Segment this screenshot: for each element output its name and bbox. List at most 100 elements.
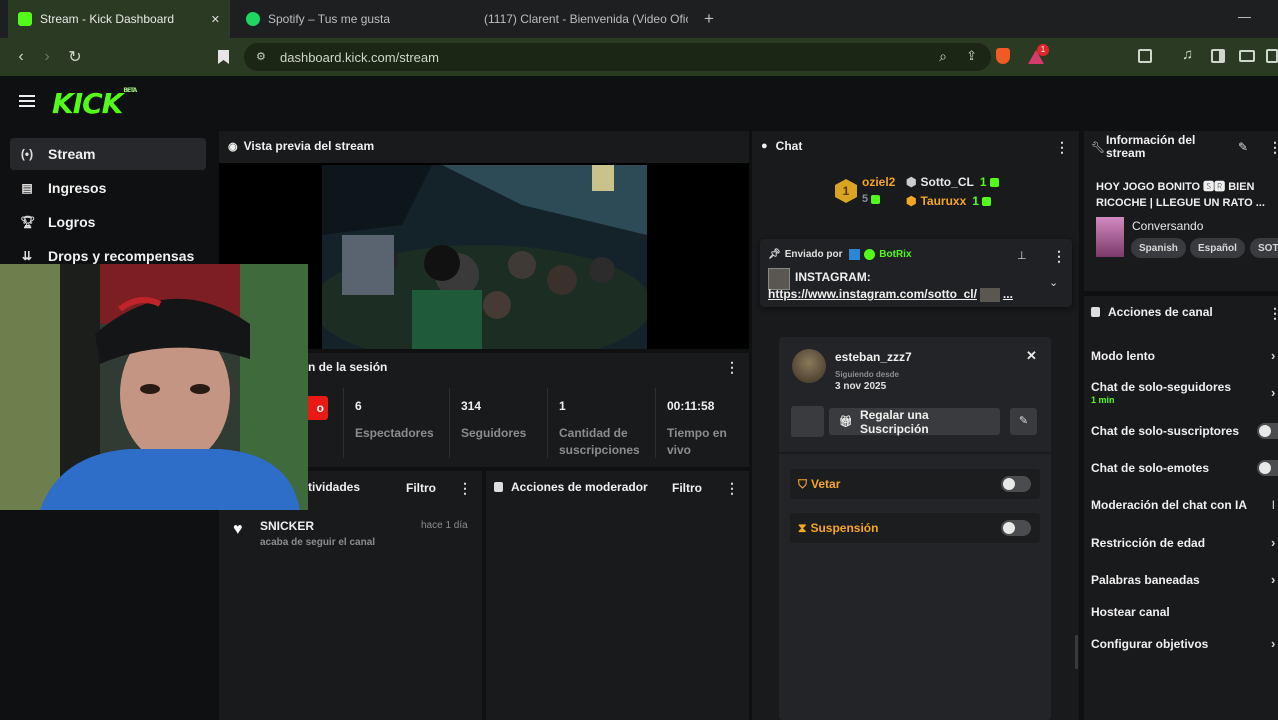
pin-icon: 📌︎ [768,249,781,261]
age-restriction-row[interactable]: Restricción de edad [1091,536,1205,550]
following-since-label: Siguiendo desde [835,370,900,379]
event-user[interactable]: SNICKER [260,519,314,533]
tag-chip[interactable]: SOTT [1250,238,1278,258]
site-settings-icon[interactable]: ⚙ [256,50,266,63]
reload-icon[interactable]: ↻ [62,38,88,76]
user-action-button[interactable] [791,406,824,437]
leader-name[interactable]: ⬢ Tauruxx 1 [906,194,991,208]
back-icon[interactable]: ‹ [8,38,34,76]
pinned-more-icon[interactable]: ⋮ [1052,248,1066,265]
stream-preview-video[interactable] [322,165,647,349]
zoom-icon[interactable]: ⌕ [939,48,947,65]
subscriptions-value: 1 [559,399,566,413]
chevron-right-icon[interactable]: › [1271,385,1275,400]
kick-logo[interactable]: KICKBETA [52,87,137,120]
gift-badge-icon [871,194,881,204]
gift-subscription-button[interactable]: 🎁︎ Regalar una Suscripción [829,408,1000,436]
emotes-only-toggle[interactable] [1257,460,1278,476]
ai-moderation-row[interactable]: Moderación del chat con IA [1091,498,1247,512]
sidebar-item-ingresos[interactable]: ▤ Ingresos [10,172,206,204]
mod-more-icon[interactable]: ⋮ [725,480,739,497]
ban-toggle[interactable] [1001,476,1031,492]
channel-more-icon[interactable]: ⋮ [1268,305,1278,322]
activity-filter-button[interactable]: Filtro [406,481,436,495]
activity-more-icon[interactable]: ⋮ [458,480,472,497]
media-controls-icon[interactable]: ♫ [1182,46,1193,63]
stream-title-text: HOY JOGO BONITO 🆂🆁 BIEN RICOCHE | LLEGUE… [1096,181,1265,209]
category-thumbnail[interactable] [1096,217,1124,257]
sidebar-toggle-icon[interactable] [1211,49,1225,63]
session-more-icon[interactable]: ⋮ [725,359,739,376]
chevron-right-icon[interactable]: › [1271,636,1275,651]
pinned-link[interactable]: https://www.instagram.com/sotto_cl/... [768,287,1013,302]
brave-shield-icon[interactable] [996,48,1010,64]
wallet-icon[interactable] [1239,50,1255,62]
verified-icon [864,249,876,260]
emotes-only-row[interactable]: Chat de solo-emotes [1091,461,1209,475]
hamburger-menu-icon[interactable] [19,95,35,107]
category-name[interactable]: Conversando [1132,219,1203,233]
sidebar-item-logros[interactable]: 🏆︎ Logros [10,206,206,238]
close-icon[interactable]: ✕ [1026,348,1037,364]
slow-mode-row[interactable]: Modo lento [1091,349,1155,363]
chat-scrollbar[interactable] [1075,635,1078,669]
shield-icon: ⛉ [798,477,808,491]
mod-actions-header: Acciones de moderador [494,480,648,494]
stat-divider [343,388,344,458]
subscribers-only-row[interactable]: Chat de solo-suscriptores [1091,424,1239,438]
gift-icon: 🎁︎ [839,416,853,428]
tab-spotify[interactable]: Spotify – Tus me gusta [236,0,458,38]
chevron-right-icon[interactable]: › [1271,348,1275,363]
chat-more-icon[interactable]: ⋮ [1055,139,1069,156]
clipboard-icon [1091,307,1100,317]
share-icon[interactable]: ⇪ [966,48,977,64]
session-title: n de la sesión [308,360,388,374]
banned-words-row[interactable]: Palabras baneadas [1091,573,1200,587]
address-bar[interactable]: ⚙ dashboard.kick.com/stream ⌕ ⇪ [244,43,991,71]
followers-only-row[interactable]: Chat de solo-seguidores [1091,380,1231,394]
menu-icon[interactable] [1266,49,1278,63]
mod-actions-panel [486,471,749,720]
timeout-toggle[interactable] [1001,520,1031,536]
stream-info-more-icon[interactable]: ⋮ [1268,139,1278,156]
tag-chip[interactable]: Español [1190,238,1245,258]
set-goals-row[interactable]: Configurar objetivos [1091,637,1208,651]
edit-info-icon[interactable]: ✎ [1238,140,1248,154]
gift-badge-icon [989,178,999,188]
host-channel-row[interactable]: Hostear canal [1091,605,1170,619]
bookmark-icon[interactable] [210,38,236,76]
followers-only-duration: 1 min [1091,395,1115,405]
mod-filter-button[interactable]: Filtro [672,481,702,495]
unpin-icon[interactable]: ⊥ [1017,249,1027,262]
tab-youtube[interactable]: (1117) Clarent - Bienvenida (Video Ofici… [466,0,688,38]
user-name[interactable]: esteban_zzz7 [835,350,912,364]
stream-preview-header: ◉ Vista previa del stream [228,139,375,153]
tag-chip[interactable]: Spanish [1131,238,1186,258]
chevron-right-icon[interactable]: › [1271,572,1275,587]
tab-kick-dashboard[interactable]: Stream - Kick Dashboard ✕ [8,0,230,38]
leader-count: 5 [862,193,881,205]
sidebar-item-stream[interactable]: (•) Stream [10,138,206,170]
leader-name[interactable]: ⬢ Sotto_CL 1 [906,175,999,189]
expand-chevron-icon[interactable]: ⌄ [1049,276,1058,289]
user-avatar[interactable] [792,349,826,383]
edit-icon[interactable]: ✎ [1010,408,1037,435]
pinned-meta: 📌︎ Enviado por BotRix [768,249,912,261]
notification-count-badge: 1 [1037,44,1049,56]
ai-moderation-toggle[interactable]: l [1272,498,1275,512]
forward-icon[interactable]: › [34,38,60,76]
extension-icon[interactable] [1138,49,1152,63]
leader-name[interactable]: oziel2 [862,175,895,189]
chevron-right-icon[interactable]: › [1271,535,1275,550]
stat-divider [547,388,548,458]
chat-bubble-icon: ● [761,140,768,152]
gift-icon: ⇊ [21,249,33,263]
subscribers-only-toggle[interactable] [1257,423,1278,439]
new-tab-button[interactable]: + [704,9,714,29]
event-action: acaba de seguir el canal [260,537,376,548]
followers-label: Seguidores [461,426,527,440]
minimize-window-button[interactable]: — [1238,9,1251,24]
close-tab-icon[interactable]: ✕ [211,13,220,26]
gift-badge-icon [981,197,991,207]
followers-value: 314 [461,399,482,413]
